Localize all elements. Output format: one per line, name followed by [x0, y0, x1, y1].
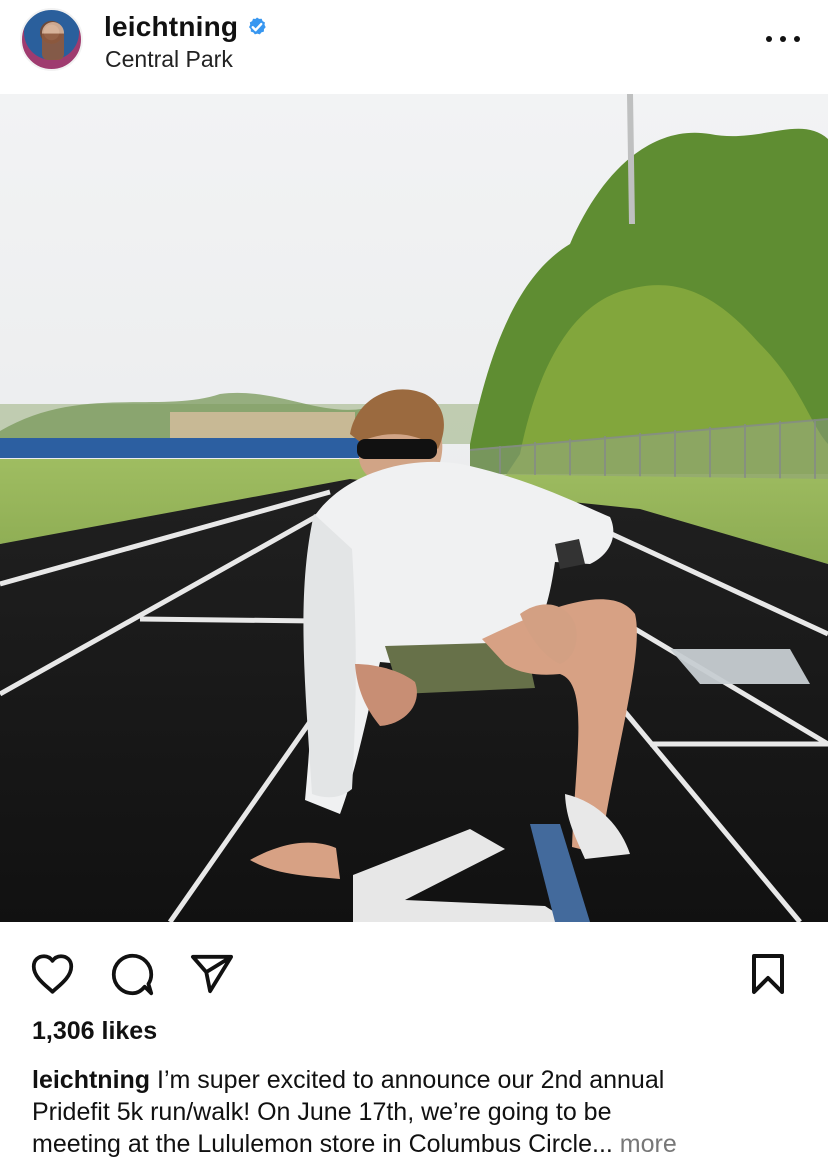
username-row: leichtning	[104, 10, 268, 44]
comment-icon	[111, 953, 153, 995]
likes-count[interactable]: 1,306 likes	[32, 1017, 157, 1046]
heart-icon	[31, 954, 73, 994]
like-button[interactable]	[28, 950, 76, 998]
send-icon	[191, 954, 233, 994]
post-header: leichtning Central Park	[0, 0, 828, 94]
caption-ellipsis: ...	[592, 1130, 613, 1158]
location-link[interactable]: Central Park	[105, 46, 233, 73]
more-caption-link[interactable]: more	[613, 1130, 677, 1158]
username-link[interactable]: leichtning	[104, 11, 238, 43]
more-options-icon[interactable]	[766, 28, 800, 50]
comment-button[interactable]	[108, 950, 156, 998]
verified-badge-icon	[249, 17, 266, 35]
caption-line-1: I’m super excited to announce our 2nd an…	[150, 1066, 665, 1094]
caption-username[interactable]: leichtning	[32, 1066, 150, 1094]
profile-avatar[interactable]	[20, 8, 83, 71]
avatar-person-image	[42, 22, 64, 60]
post-photo[interactable]	[0, 94, 828, 922]
caption-line-3: meeting at the Lululemon store in Columb…	[32, 1130, 592, 1158]
post-actions	[0, 940, 828, 1002]
caption-line-2: Pridefit 5k run/walk! On June 17th, we’r…	[32, 1098, 612, 1126]
track-runner-photo	[0, 94, 828, 922]
bookmark-icon	[752, 954, 784, 994]
post-caption: leichtning I’m super excited to announce…	[32, 1064, 802, 1160]
save-button[interactable]	[744, 950, 792, 998]
share-button[interactable]	[188, 950, 236, 998]
